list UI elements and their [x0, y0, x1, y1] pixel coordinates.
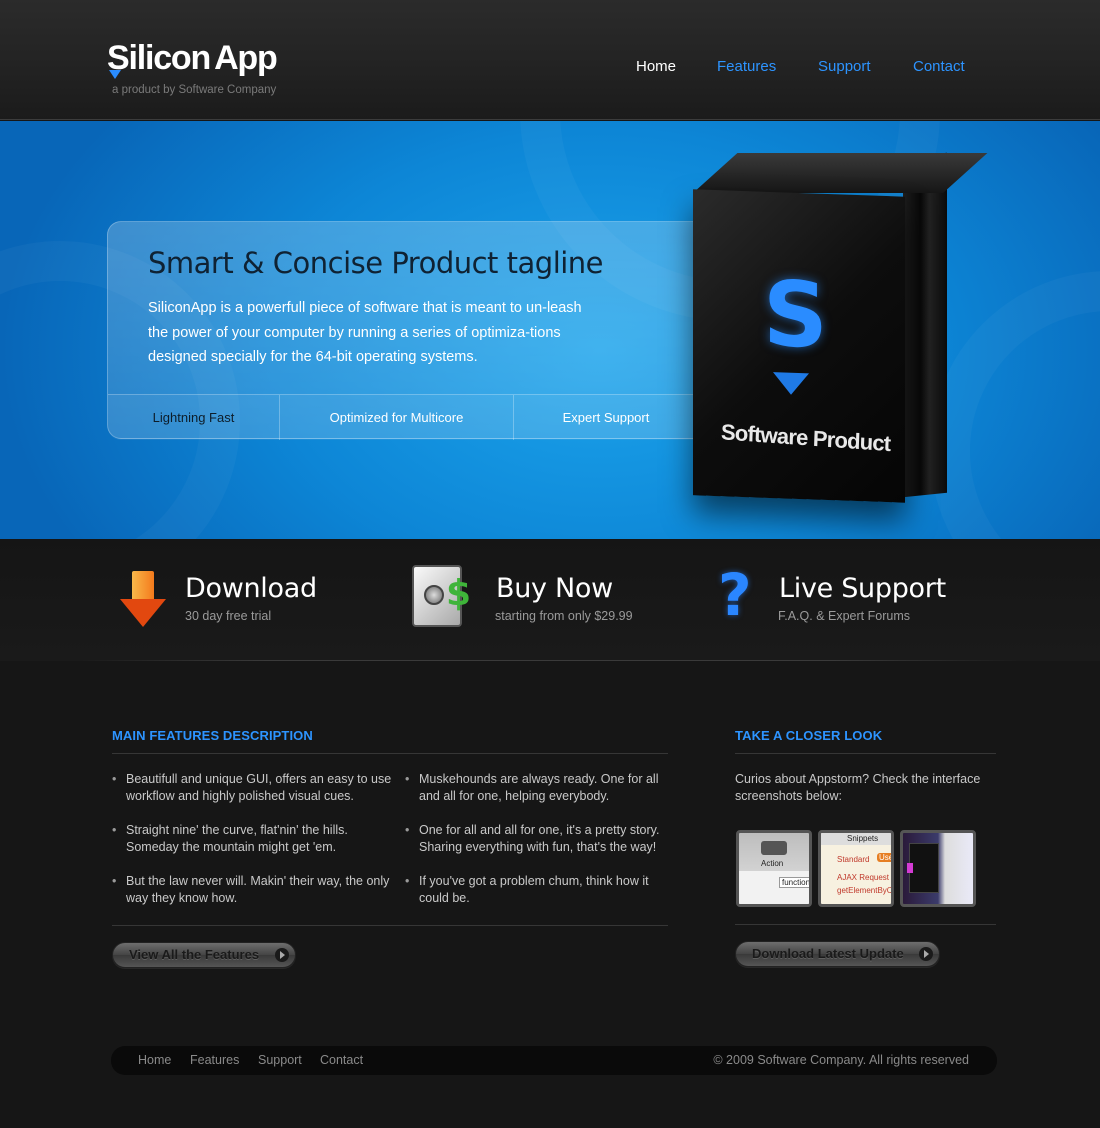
product-logo-arrow-icon: [773, 372, 809, 396]
screenshot-thumbnail-3[interactable]: [900, 830, 976, 907]
closer-look-text: Curios about Appstorm? Check the interfa…: [735, 772, 981, 803]
logo-title: Silicon App: [107, 39, 278, 77]
arrow-right-icon: [919, 947, 933, 961]
thumb-text: Action: [761, 859, 784, 868]
divider: [112, 753, 668, 754]
feature-item: Straight nine' the curve, flat'nin' the …: [112, 822, 392, 856]
thumb-text: function: [779, 877, 809, 888]
view-all-features-label: View All the Features: [129, 947, 260, 962]
footer-link-support[interactable]: Support: [258, 1053, 302, 1067]
product-box-image: S Software Product: [688, 151, 988, 511]
divider: [735, 753, 996, 754]
download-latest-update-label: Download Latest Update: [752, 946, 904, 961]
hero-decor-circle: [930, 271, 1100, 539]
closer-look-title: TAKE A CLOSER LOOK: [735, 728, 883, 743]
arrow-right-icon: [275, 948, 289, 962]
action-strip: Download 30 day free trial $ Buy Now sta…: [0, 539, 1100, 661]
footer-link-home[interactable]: Home: [138, 1053, 171, 1067]
screenshot-thumbnail-2[interactable]: Snippets Standard Use AJAX Request getEl…: [818, 830, 894, 907]
hero-description: SiliconApp is a powerfull piece of softw…: [148, 300, 582, 365]
logo-mark-icon: [109, 70, 121, 79]
product-box-label: Software Product: [720, 419, 891, 457]
main-features-title: MAIN FEATURES DESCRIPTION: [112, 728, 313, 743]
download-title: Download: [185, 573, 317, 604]
hero-feature-bar: Lightning Fast Optimized for Multicore E…: [108, 394, 706, 440]
view-all-features-button[interactable]: View All the Features: [112, 942, 296, 968]
question-mark-icon: ?: [718, 561, 752, 629]
divider: [80, 660, 1020, 661]
copyright-text: © 2009 Software Company. All rights rese…: [713, 1053, 969, 1067]
product-box-top: [693, 153, 988, 193]
feature-item: If you've got a problem chum, think how …: [405, 873, 665, 907]
thumb-text: Standard: [837, 855, 870, 864]
divider: [112, 925, 668, 926]
thumb-text: getElementByClas: [837, 886, 894, 895]
buy-now-subtitle: starting from only $29.99: [495, 609, 633, 623]
gear-icon: [761, 841, 787, 855]
screenshot-thumbnail-1[interactable]: Action function: [736, 830, 812, 907]
hero-feature-item: Expert Support: [562, 410, 650, 425]
download-arrow-icon: [120, 571, 166, 627]
site-footer: Home Features Support Contact © 2009 Sof…: [111, 1046, 997, 1075]
live-support-action[interactable]: ? Live Support F.A.Q. & Expert Forums: [718, 563, 978, 639]
nav-features[interactable]: Features: [717, 58, 776, 75]
nav-support[interactable]: Support: [818, 58, 871, 75]
logo[interactable]: Silicon App a product by Software Company: [107, 38, 287, 103]
thumb-text: Use: [877, 853, 894, 862]
live-support-subtitle: F.A.Q. & Expert Forums: [778, 609, 910, 623]
footer-link-features[interactable]: Features: [190, 1053, 239, 1067]
tagline-panel: Smart & Concise Product tagline SiliconA…: [107, 221, 707, 440]
feature-item: Beautifull and unique GUI, offers an eas…: [112, 771, 392, 805]
thumb-text: AJAX Request: [837, 873, 890, 882]
download-subtitle: 30 day free trial: [185, 609, 272, 623]
logo-subtitle: a product by Software Company: [112, 84, 277, 96]
product-logo-s-icon: S: [763, 261, 828, 370]
site-header: Silicon App a product by Software Company…: [0, 0, 1100, 120]
product-box-side: [903, 152, 947, 498]
feature-item: Muskehounds are always ready. One for al…: [405, 771, 665, 805]
feature-item: But the law never will. Makin' their way…: [112, 873, 392, 907]
download-action[interactable]: Download 30 day free trial: [120, 569, 360, 639]
buy-now-title: Buy Now: [496, 573, 613, 604]
live-support-title: Live Support: [779, 573, 946, 604]
buy-now-action[interactable]: $ Buy Now starting from only $29.99: [412, 565, 672, 639]
hero-tagline: Smart & Concise Product tagline: [148, 246, 604, 280]
safe-dollar-icon: $: [412, 565, 471, 627]
footer-link-contact[interactable]: Contact: [320, 1053, 363, 1067]
hero-feature-item: Lightning Fast: [108, 395, 280, 440]
download-latest-update-button[interactable]: Download Latest Update: [735, 941, 940, 967]
product-box-front: S Software Product: [693, 189, 905, 503]
divider: [735, 924, 996, 925]
feature-item: One for all and all for one, it's a pret…: [405, 822, 665, 856]
nav-home[interactable]: Home: [636, 58, 676, 75]
hero-feature-item: Optimized for Multicore: [280, 395, 514, 440]
nav-contact[interactable]: Contact: [913, 58, 965, 75]
thumb-text: Snippets: [847, 834, 879, 843]
hero-banner: Smart & Concise Product tagline SiliconA…: [0, 121, 1100, 539]
